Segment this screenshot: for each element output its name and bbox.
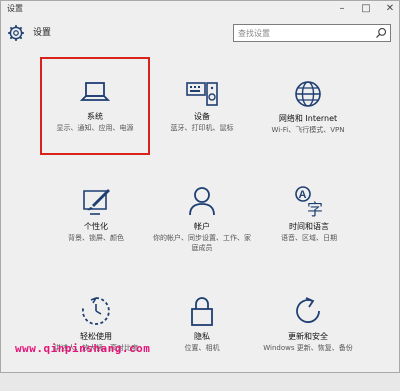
tile-name: 时间和语言 xyxy=(289,222,329,231)
maximize-button[interactable]: □ xyxy=(361,1,371,17)
tile-network[interactable]: 网络和 Internet Wi-Fi、飞行模式、VPN xyxy=(253,57,363,155)
search-input[interactable] xyxy=(234,25,378,41)
paint-screen-icon xyxy=(83,189,110,215)
close-button[interactable]: ✕ xyxy=(385,1,395,17)
tile-system[interactable]: 系统 显示、通知、应用、电源 xyxy=(40,57,150,155)
tile-name: 隐私 xyxy=(194,332,210,341)
settings-window: 设置 – □ ✕ 设置 查找设置 系统 显示、通知、应用、电源 设备 蓝牙、打印… xyxy=(0,0,400,373)
tile-desc: Windows 更新、恢复、备份 xyxy=(263,344,353,352)
tile-privacy[interactable]: 隐私 位置、相机 xyxy=(147,293,257,391)
ease-of-access-icon xyxy=(82,297,110,325)
tile-time-language[interactable]: A 字 时间和语言 语音、区域、日期 xyxy=(254,181,364,279)
tile-name: 网络和 Internet xyxy=(278,114,338,123)
tile-desc: 你的帐户、同步设置、工作、家庭成员 xyxy=(153,234,251,252)
gear-icon xyxy=(8,25,24,41)
tile-desc: 位置、相机 xyxy=(184,344,220,352)
watermark: www.qinpinshang.com xyxy=(15,342,151,355)
tile-name: 个性化 xyxy=(84,222,108,231)
title-bar: 设置 – □ ✕ xyxy=(1,1,399,17)
search-icon[interactable] xyxy=(375,27,387,39)
tile-name: 帐户 xyxy=(194,222,210,231)
language-icon: A 字 xyxy=(295,186,323,217)
svg-text:字: 字 xyxy=(307,200,323,217)
page-title: 设置 xyxy=(33,28,52,38)
lock-icon xyxy=(191,297,213,326)
tile-personalization[interactable]: 个性化 背景、锁屏、颜色 xyxy=(41,181,151,279)
window-controls: – □ ✕ xyxy=(337,1,395,17)
tile-name: 更新和安全 xyxy=(288,332,328,341)
svg-text:A: A xyxy=(299,189,307,201)
tile-name: 轻松使用 xyxy=(80,332,112,341)
tile-name: 系统 xyxy=(87,112,103,121)
refresh-icon xyxy=(296,297,320,323)
laptop-icon xyxy=(80,82,110,101)
person-icon xyxy=(189,187,215,216)
window-title: 设置 xyxy=(7,4,23,13)
tile-accounts[interactable]: 帐户 你的帐户、同步设置、工作、家庭成员 xyxy=(147,181,257,279)
tile-desc: Wi-Fi、飞行模式、VPN xyxy=(271,126,345,134)
tile-update-security[interactable]: 更新和安全 Windows 更新、恢复、备份 xyxy=(253,293,363,391)
tile-desc: 显示、通知、应用、电源 xyxy=(56,124,134,132)
tile-desc: 背景、锁屏、颜色 xyxy=(68,234,124,242)
tile-desc: 蓝牙、打印机、鼠标 xyxy=(170,124,234,132)
tile-devices[interactable]: 设备 蓝牙、打印机、鼠标 xyxy=(147,57,257,155)
tile-desc: 语音、区域、日期 xyxy=(281,234,337,242)
tile-name: 设备 xyxy=(194,112,210,121)
minimize-button[interactable]: – xyxy=(337,1,347,17)
settings-header: 设置 xyxy=(1,17,399,51)
keyboard-speaker-icon xyxy=(186,82,218,106)
search-box[interactable] xyxy=(233,24,391,42)
globe-icon xyxy=(295,81,321,107)
